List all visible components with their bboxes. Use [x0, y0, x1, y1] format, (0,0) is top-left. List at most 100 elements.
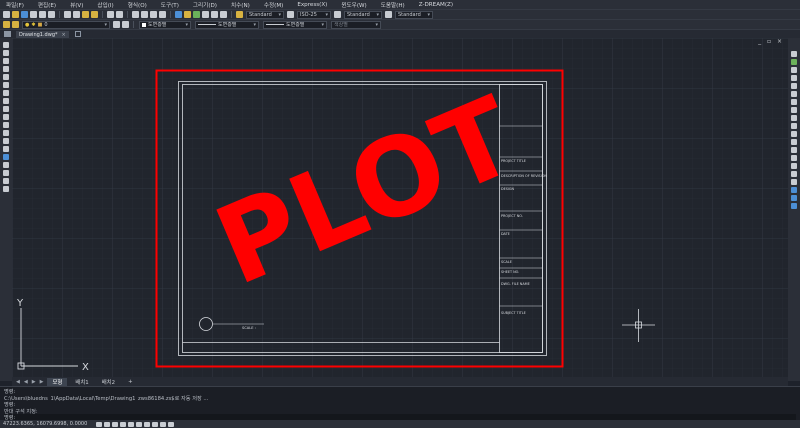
properties-icon[interactable]: [175, 11, 182, 18]
ellipse-icon[interactable]: [3, 114, 9, 120]
layer-manager-icon[interactable]: [3, 21, 10, 28]
home-icon[interactable]: [4, 31, 11, 37]
first-layout-icon[interactable]: ◀: [16, 379, 20, 385]
trim-icon[interactable]: [791, 123, 797, 129]
table-icon[interactable]: [3, 178, 9, 184]
zoom-realtime-icon[interactable]: [141, 11, 148, 18]
polyline-icon[interactable]: [3, 58, 9, 64]
polar-icon[interactable]: [120, 421, 127, 427]
join-icon[interactable]: [791, 155, 797, 161]
publish-icon[interactable]: [48, 11, 55, 18]
extend-icon[interactable]: [791, 131, 797, 137]
ellipse-arc-icon[interactable]: [3, 122, 9, 128]
next-layout-icon[interactable]: ▶: [32, 379, 36, 385]
menu-file[interactable]: 파일(F): [6, 1, 24, 9]
multileader-style-select[interactable]: Standard ▾: [395, 10, 433, 19]
layer-state-icon[interactable]: [12, 21, 19, 28]
mtext-icon[interactable]: [3, 186, 9, 192]
break-at-point-icon[interactable]: [791, 139, 797, 145]
table-style-select[interactable]: Standard ▾: [344, 10, 382, 19]
explode-icon[interactable]: [791, 179, 797, 185]
drawing-viewport[interactable]: PROJECT TITLE DESCRIPTION OF REVISION DE…: [12, 38, 788, 377]
menu-edit[interactable]: 편집(E): [38, 1, 56, 9]
tab-model[interactable]: 모형: [47, 377, 68, 386]
zoom-window-icon[interactable]: [150, 11, 157, 18]
grid-icon[interactable]: [104, 421, 111, 427]
menu-draw[interactable]: 그리기(D): [193, 1, 217, 9]
point-icon[interactable]: [3, 146, 9, 152]
add-layout-button[interactable]: +: [123, 378, 138, 386]
snap-icon[interactable]: [96, 421, 103, 427]
menu-insert[interactable]: 삽입(I): [97, 1, 113, 9]
menu-dimension[interactable]: 치수(N): [231, 1, 250, 9]
make-current-layer-icon[interactable]: [113, 21, 120, 28]
viewport-window-controls[interactable]: _ ▫ ×: [758, 38, 784, 45]
ortho-icon[interactable]: [112, 421, 119, 427]
line-icon[interactable]: [3, 42, 9, 48]
stretch-icon[interactable]: [791, 115, 797, 121]
calculator-icon[interactable]: [211, 11, 218, 18]
print-preview-icon[interactable]: [39, 11, 46, 18]
construction-line-icon[interactable]: [3, 50, 9, 56]
previous-layer-icon[interactable]: [122, 21, 129, 28]
make-block-icon[interactable]: [3, 138, 9, 144]
new-file-icon[interactable]: [3, 11, 10, 18]
dynamic-input-icon[interactable]: [152, 421, 159, 427]
menu-express[interactable]: Express(X): [297, 2, 327, 8]
model-space-canvas[interactable]: PROJECT TITLE DESCRIPTION OF REVISION DE…: [12, 38, 788, 377]
selection-cycling-icon[interactable]: [168, 421, 175, 427]
undo-icon[interactable]: [107, 11, 114, 18]
circle-icon[interactable]: [3, 90, 9, 96]
area-icon[interactable]: [791, 195, 797, 201]
erase-icon[interactable]: [791, 51, 797, 57]
menu-tools[interactable]: 도구(T): [161, 1, 179, 9]
menu-modify[interactable]: 수정(M): [264, 1, 283, 9]
open-file-icon[interactable]: [12, 11, 19, 18]
menu-help[interactable]: 도움말(H): [381, 1, 405, 9]
menu-window[interactable]: 윈도우(W): [341, 1, 366, 9]
plotstyle-select[interactable]: 색상별 ▾: [331, 20, 381, 29]
otrack-icon[interactable]: [136, 421, 143, 427]
prev-layout-icon[interactable]: ◀: [24, 379, 28, 385]
tab-drawing1[interactable]: Drawing1.dwg* ×: [16, 31, 69, 38]
dist-icon[interactable]: [791, 187, 797, 193]
spline-icon[interactable]: [3, 106, 9, 112]
copy-icon[interactable]: [73, 11, 80, 18]
chamfer-icon[interactable]: [791, 163, 797, 169]
match-properties-icon[interactable]: [91, 11, 98, 18]
move-icon[interactable]: [791, 91, 797, 97]
linetype-select[interactable]: 도면층별 ▾: [195, 20, 259, 29]
tab-layout1[interactable]: 배치1: [70, 378, 93, 386]
transparency-icon[interactable]: [160, 421, 167, 427]
list-icon[interactable]: [791, 203, 797, 209]
copy-object-icon[interactable]: [791, 59, 797, 65]
arc-icon[interactable]: [3, 82, 9, 88]
new-tab-icon[interactable]: [75, 31, 81, 37]
hatch-icon[interactable]: [3, 154, 9, 160]
offset-icon[interactable]: [791, 75, 797, 81]
lineweight-toggle-icon[interactable]: [144, 421, 151, 427]
fillet-icon[interactable]: [791, 171, 797, 177]
zoom-previous-icon[interactable]: [159, 11, 166, 18]
revision-cloud-icon[interactable]: [3, 98, 9, 104]
polygon-icon[interactable]: [3, 66, 9, 72]
save-icon[interactable]: [21, 11, 28, 18]
tab-layout2[interactable]: 배치2: [97, 378, 120, 386]
close-icon[interactable]: ×: [62, 32, 66, 38]
rectangle-icon[interactable]: [3, 74, 9, 80]
scale-icon[interactable]: [791, 107, 797, 113]
pan-icon[interactable]: [132, 11, 139, 18]
text-style-select[interactable]: Standard ▾: [246, 10, 284, 19]
layer-select[interactable]: ● ✱ ■ 0 ▾: [22, 20, 110, 29]
paste-icon[interactable]: [82, 11, 89, 18]
redo-icon[interactable]: [116, 11, 123, 18]
tool-palette-icon[interactable]: [193, 11, 200, 18]
last-layout-icon[interactable]: ▶: [40, 379, 44, 385]
lineweight-select[interactable]: 도면층별 ▾: [263, 20, 327, 29]
rotate-icon[interactable]: [791, 99, 797, 105]
dim-style-select[interactable]: ISO-25 ▾: [297, 10, 331, 19]
menu-format[interactable]: 형식(O): [128, 1, 147, 9]
gradient-icon[interactable]: [3, 162, 9, 168]
break-icon[interactable]: [791, 147, 797, 153]
color-select[interactable]: 도면층별 ▾: [139, 20, 191, 29]
